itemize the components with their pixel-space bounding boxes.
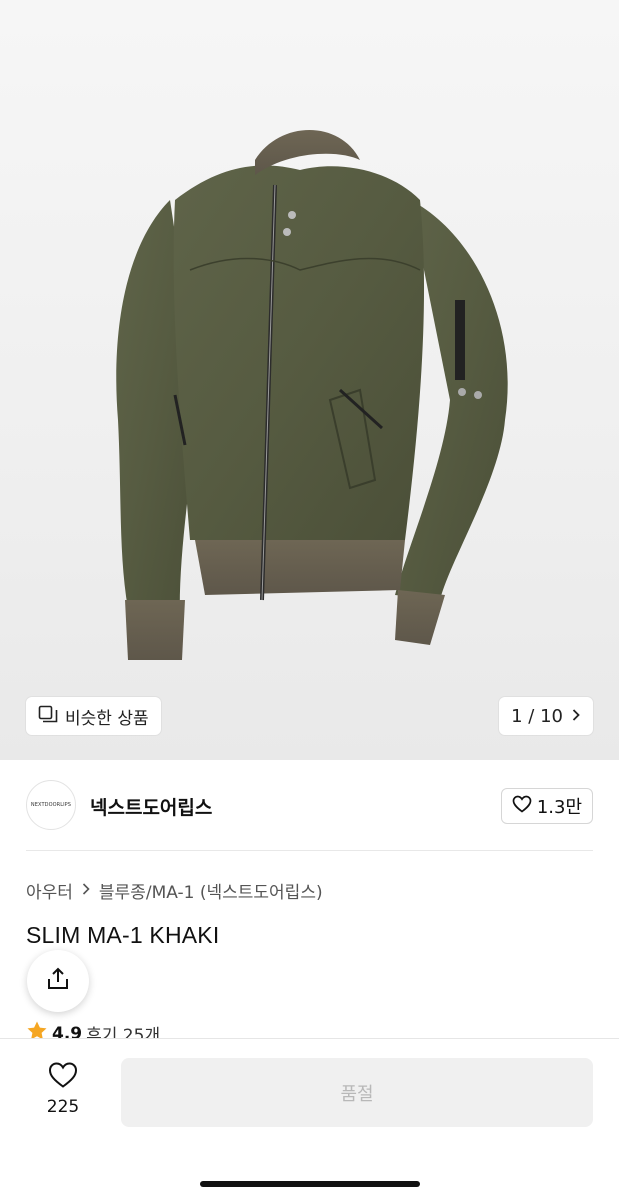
wishlist-count: 225 [46,1097,80,1117]
brand-row[interactable]: NEXTDOORLIPS 넥스트도어립스 1.3만 [0,760,619,850]
similar-items-icon [38,705,58,728]
product-jacket-image [116,130,508,660]
brand-like-count: 1.3만 [536,797,582,818]
heart-icon [48,1061,78,1093]
chevron-right-icon [81,881,91,901]
brand-logo[interactable]: NEXTDOORLIPS [26,780,76,830]
sold-out-button[interactable]: 품절 [121,1058,593,1127]
page-indicator-text: 1 / 10 [511,705,563,727]
chevron-right-icon [569,706,583,727]
breadcrumb: 아우터 블루종/MA-1 (넥스트도어립스) [26,878,323,903]
brand-like-button[interactable]: 1.3만 [500,788,593,824]
product-image-gallery[interactable]: 비슷한 상품 1 / 10 [0,0,619,760]
breadcrumb-category[interactable]: 아우터 [26,878,73,903]
heart-icon [512,795,532,818]
similar-products-button[interactable]: 비슷한 상품 [26,697,161,735]
product-title: SLIM MA-1 KHAKI [26,922,220,948]
image-page-indicator[interactable]: 1 / 10 [499,697,593,735]
brand-logo-text: NEXTDOORLIPS [30,802,72,808]
wishlist-button[interactable]: 225 [30,1061,96,1117]
home-indicator [200,1181,420,1187]
section-divider [26,850,593,851]
share-button[interactable] [27,950,89,1012]
purchase-bar: 225 품절 [0,1038,619,1200]
brand-name[interactable]: 넥스트도어립스 [90,793,212,820]
breadcrumb-subcategory[interactable]: 블루종/MA-1 (넥스트도어립스) [99,878,323,903]
share-icon [45,966,71,996]
similar-products-label: 비슷한 상품 [65,708,149,729]
